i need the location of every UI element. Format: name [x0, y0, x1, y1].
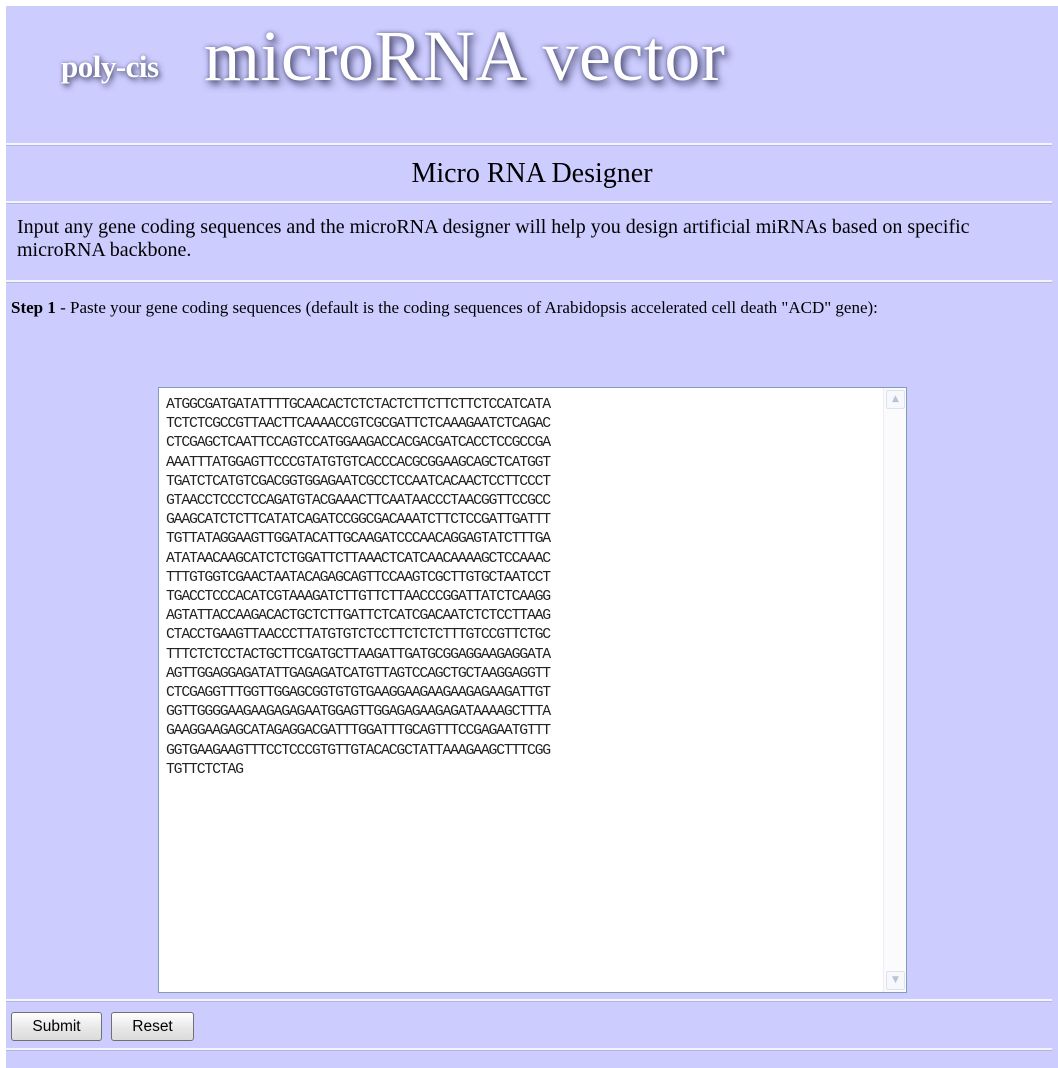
submit-button[interactable]: Submit [11, 1012, 102, 1041]
logo-poly-cis: poly-cis [61, 49, 159, 84]
step-1-label: Step 1 [11, 298, 56, 317]
divider [6, 999, 1052, 1002]
reset-button[interactable]: Reset [111, 1012, 194, 1041]
scroll-down-arrow-icon[interactable]: ▼ [886, 971, 905, 990]
divider [6, 1048, 1052, 1051]
page-title: Micro RNA Designer [411, 158, 653, 189]
divider [6, 143, 1052, 146]
intro-text: Input any gene coding sequences and the … [17, 216, 970, 261]
divider [6, 201, 1052, 204]
scroll-up-arrow-icon[interactable]: ▲ [886, 390, 905, 409]
sequence-input[interactable]: ATGGCGATGATATTTTGCAACACTCTCTACTCTTCTTCTT… [159, 388, 884, 992]
step-1-text: - Paste your gene coding sequences (defa… [55, 298, 878, 317]
sequence-input-box: ATGGCGATGATATTTTGCAACACTCTCTACTCTTCTTCTT… [158, 387, 907, 993]
vertical-scrollbar[interactable]: ▲ ▼ [883, 388, 906, 992]
logo-microrna-vector: microRNA vector [204, 16, 726, 96]
page-frame: poly-cis microRNA vector Micro RNA Desig… [6, 6, 1058, 1068]
step-1-instructions: Step 1 - Paste your gene coding sequence… [11, 296, 1056, 320]
divider [6, 280, 1052, 283]
banner: poly-cis microRNA vector [6, 6, 1058, 144]
